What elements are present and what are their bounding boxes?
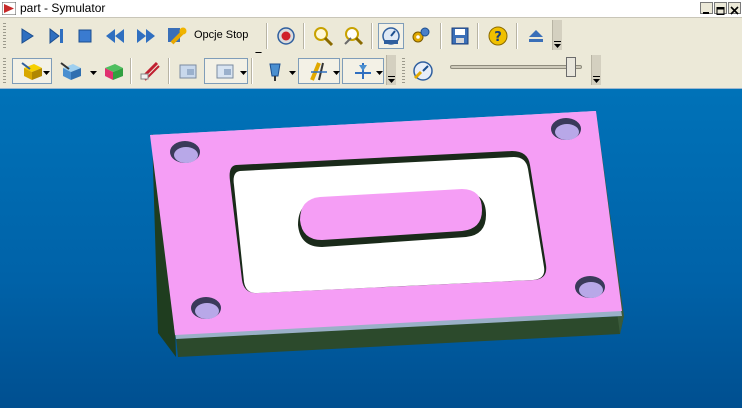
dial-icon[interactable] [378, 23, 404, 49]
window-title: part - Symulator [20, 1, 106, 15]
corner-hole-bottom-right [575, 276, 605, 298]
title-bar: part - Symulator [0, 0, 742, 18]
eject-icon[interactable] [523, 23, 549, 49]
toolbar-separator [477, 23, 479, 49]
toolbar-overflow-button[interactable] [591, 55, 601, 85]
close-button[interactable] [728, 2, 741, 15]
toolbar-separator [130, 58, 132, 84]
wrench-icon[interactable] [164, 23, 190, 49]
save-icon[interactable] [447, 23, 473, 49]
chevron-down-icon[interactable] [288, 69, 296, 77]
toolbar-separator [266, 23, 268, 49]
stop-icon[interactable] [72, 23, 98, 49]
chevron-down-icon[interactable] [332, 69, 340, 77]
toolbar-grip[interactable] [3, 58, 6, 84]
toolbar-overflow-button[interactable] [552, 20, 562, 50]
chevron-down-icon[interactable] [42, 69, 50, 77]
toolbar-grip[interactable] [402, 58, 405, 84]
fast-forward-icon[interactable] [133, 23, 159, 49]
speed-icon[interactable] [410, 58, 436, 84]
chevron-down-icon[interactable] [89, 69, 97, 77]
corner-hole-bottom-left [191, 297, 221, 319]
gouge-icon[interactable] [137, 58, 163, 84]
record-icon[interactable] [273, 23, 299, 49]
toolbar-separator [168, 58, 170, 84]
stop-options-select[interactable]: Opcje Stop [194, 29, 248, 41]
toolbar-separator [440, 23, 442, 49]
corner-hole-top-right [551, 118, 581, 140]
svg-text:?: ? [494, 30, 502, 45]
toolbar-separator [516, 23, 518, 49]
toolbar-grip[interactable] [3, 23, 6, 49]
section-icon[interactable] [175, 58, 201, 84]
gears-icon[interactable] [408, 23, 434, 49]
zoom-area-icon[interactable] [340, 23, 366, 49]
compare-icon[interactable] [100, 58, 126, 84]
part-model [150, 111, 624, 357]
toolbar-overflow-button[interactable] [386, 55, 396, 85]
speed-slider-track[interactable] [450, 65, 582, 69]
rewind-icon[interactable] [102, 23, 128, 49]
toolbar-separator [251, 58, 253, 84]
maximize-button[interactable] [714, 2, 727, 15]
zoom-icon[interactable] [310, 23, 336, 49]
chevron-down-icon[interactable] [375, 69, 383, 77]
simulation-viewport[interactable] [0, 88, 742, 408]
toolbar-separator [371, 23, 373, 49]
view-toolbar [0, 53, 742, 87]
corner-hole-top-left [170, 141, 200, 163]
simulation-toolbar: Opcje Stop ? [0, 18, 742, 56]
toolbar-separator [303, 23, 305, 49]
step-icon[interactable] [43, 23, 69, 49]
part-view-icon[interactable] [58, 58, 84, 84]
minimize-button[interactable] [700, 2, 713, 14]
play-icon[interactable] [14, 23, 40, 49]
app-icon [1, 1, 17, 16]
chevron-down-icon[interactable] [239, 69, 247, 77]
help-icon[interactable]: ? [485, 23, 511, 49]
speed-slider-thumb[interactable] [566, 57, 576, 77]
